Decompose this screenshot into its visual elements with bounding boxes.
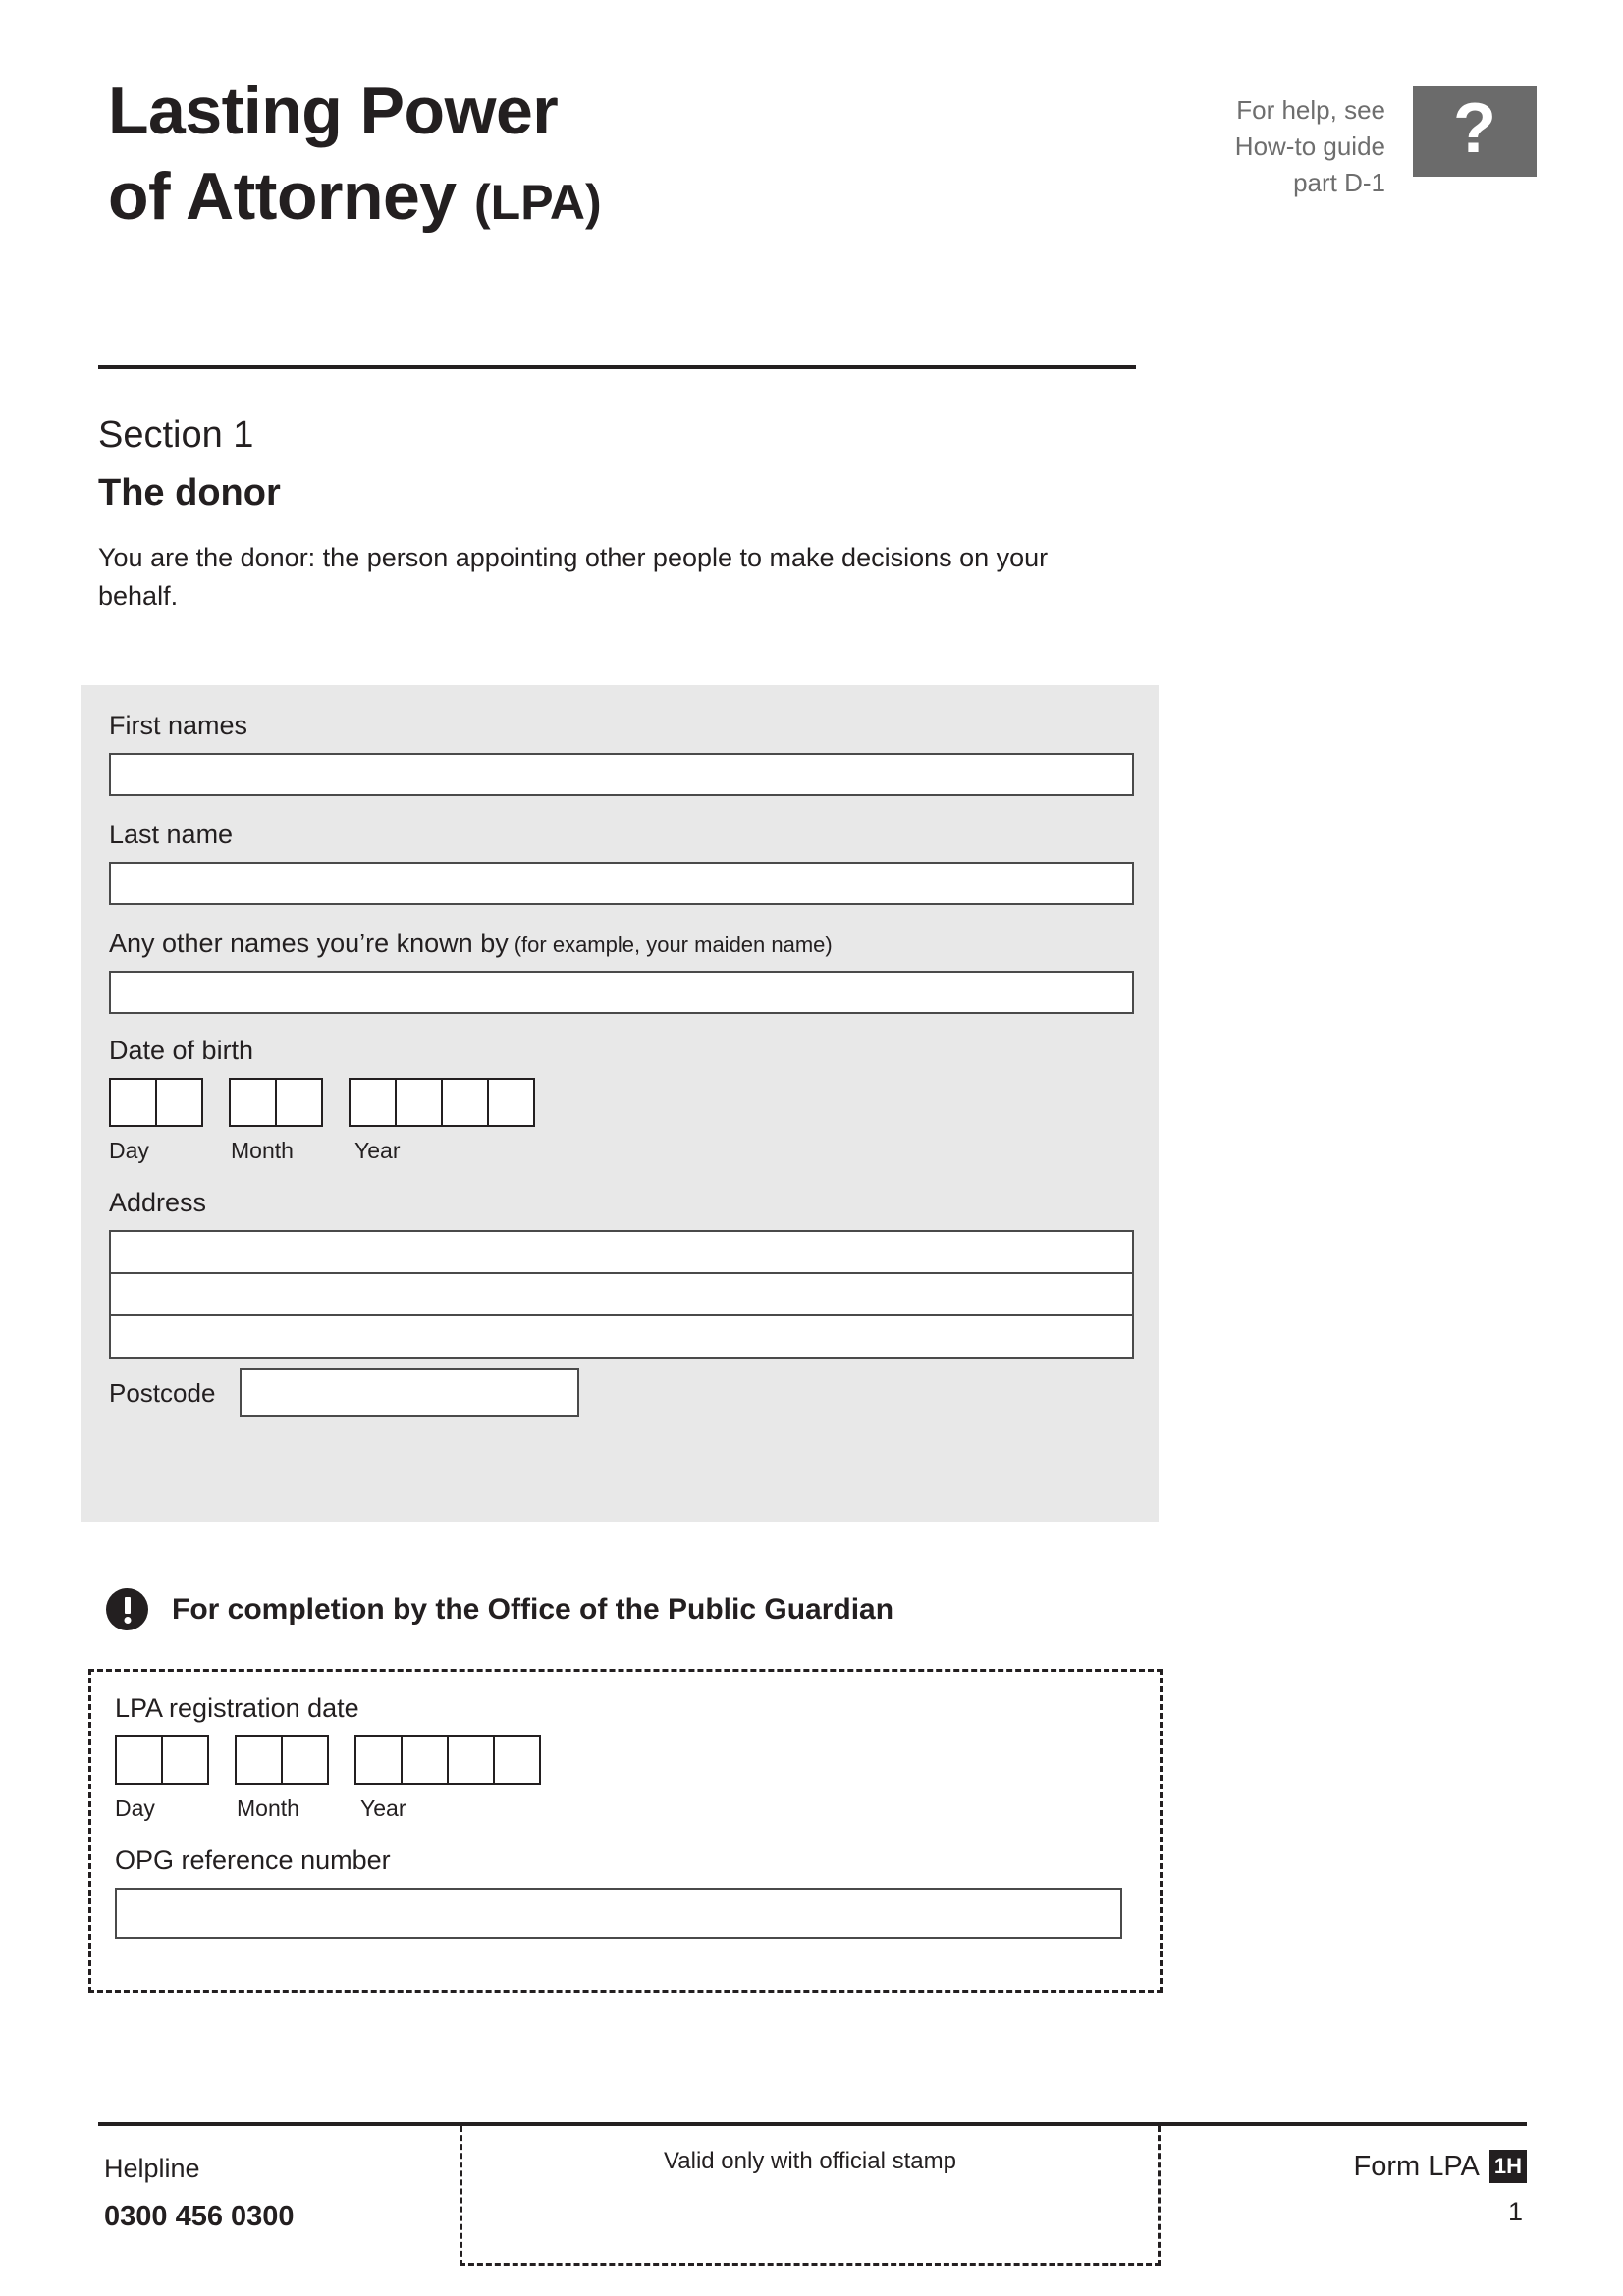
official-stamp-text: Valid only with official stamp	[664, 2148, 956, 2174]
address-line-input[interactable]	[109, 1272, 1134, 1317]
other-names-input[interactable]	[109, 971, 1134, 1015]
date-of-birth-captions: Day Month Year	[109, 1138, 1135, 1164]
helpline-label: Helpline	[104, 2154, 200, 2183]
form-identifier-label: Form LPA	[1353, 2150, 1480, 2182]
lpa-registration-date-label: LPA registration date	[115, 1693, 359, 1723]
donor-details-panel: First names Last name Any other names yo…	[81, 685, 1159, 1522]
title-line-2-text: of Attorney	[108, 159, 457, 235]
dob-day-group	[109, 1078, 203, 1128]
helpline-block: Helpline 0300 456 0300	[104, 2152, 295, 2234]
opg-year-group	[354, 1735, 541, 1786]
form-identifier-badge: 1H	[1488, 2150, 1527, 2183]
address-field: Address Postcode	[109, 1186, 1135, 1418]
section-title: The donor	[98, 471, 281, 513]
opg-heading-text: For completion by the Office of the Publ…	[172, 1592, 894, 1626]
address-line-input[interactable]	[109, 1230, 1134, 1275]
opg-reference-label: OPG reference number	[115, 1845, 391, 1876]
opg-year-cell[interactable]	[447, 1735, 495, 1786]
dob-year-cell[interactable]	[487, 1078, 535, 1128]
official-stamp-box: Valid only with official stamp	[460, 2126, 1161, 2266]
title-line-2: of Attorney (LPA)	[108, 154, 992, 240]
opg-month-group	[235, 1735, 329, 1786]
donor-fields: First names Last name Any other names yo…	[109, 709, 1135, 1439]
opg-heading-block: For completion by the Office of the Publ…	[106, 1588, 893, 1630]
opg-reference-input[interactable]	[115, 1888, 1122, 1940]
first-names-label: First names	[109, 711, 248, 740]
help-line-3: part D-1	[1293, 167, 1385, 197]
opg-year-cell[interactable]	[401, 1735, 449, 1786]
title-abbreviation: (LPA)	[474, 175, 602, 231]
dob-day-caption: Day	[109, 1138, 149, 1164]
form-identifier-block: Form LPA 1H 1	[1353, 2150, 1527, 2227]
exclamation-stroke	[124, 1597, 131, 1614]
dob-month-group	[229, 1078, 323, 1128]
other-names-hint: (for example, your maiden name)	[514, 933, 833, 958]
opg-month-cell[interactable]	[281, 1735, 329, 1786]
opg-day-cell[interactable]	[115, 1735, 163, 1786]
address-line-input[interactable]	[109, 1314, 1134, 1360]
page-footer: Helpline 0300 456 0300 Valid only with o…	[98, 2126, 1527, 2293]
dob-month-cell[interactable]	[275, 1078, 323, 1128]
last-name-field: Last name	[109, 818, 1135, 906]
address-lines	[109, 1230, 1135, 1360]
opg-completion-box: LPA registration date Day Month Year OPG…	[88, 1669, 1163, 1993]
other-names-label-text: Any other names you’re known by	[109, 929, 509, 959]
opg-day-cell[interactable]	[161, 1735, 209, 1786]
first-names-input[interactable]	[109, 753, 1134, 797]
question-mark-glyph: ?	[1453, 89, 1496, 168]
title-line-1: Lasting Power	[108, 74, 559, 148]
date-of-birth-field: Date of birth Day Month Year	[109, 1034, 1135, 1164]
section-intro-text: You are the donor: the person appointing…	[98, 542, 1049, 612]
dob-year-group	[349, 1078, 535, 1128]
help-line-1: For help, see	[1236, 95, 1385, 125]
address-label: Address	[109, 1188, 207, 1218]
help-reference: For help, see How-to guide part D-1 ?	[1235, 86, 1537, 201]
header-divider	[98, 365, 1136, 369]
opg-day-group	[115, 1735, 209, 1786]
opg-month-caption: Month	[237, 1795, 299, 1822]
section-heading-block: Section 1 The donor You are the donor: t…	[98, 412, 1139, 616]
lpa-registration-date-captions: Day Month Year	[115, 1795, 1136, 1822]
date-of-birth-cells	[109, 1078, 1135, 1128]
section-number: Section 1	[98, 414, 254, 455]
exclamation-icon	[106, 1588, 148, 1630]
page-number: 1	[1507, 2197, 1523, 2226]
opg-fields: LPA registration date Day Month Year OPG…	[115, 1691, 1136, 1960]
dob-year-caption: Year	[354, 1138, 401, 1164]
helpline-number: 0300 456 0300	[104, 2201, 295, 2233]
opg-year-cell[interactable]	[354, 1735, 403, 1786]
dob-month-caption: Month	[231, 1138, 294, 1164]
opg-reference-field: OPG reference number	[115, 1843, 1136, 1940]
lpa-registration-date-field: LPA registration date Day Month Year	[115, 1691, 1136, 1822]
opg-day-caption: Day	[115, 1795, 155, 1822]
date-of-birth-label: Date of birth	[109, 1036, 254, 1066]
dob-year-cell[interactable]	[441, 1078, 489, 1128]
dob-month-cell[interactable]	[229, 1078, 277, 1128]
lpa-registration-date-cells	[115, 1735, 1136, 1786]
question-mark-icon: ?	[1413, 86, 1537, 177]
dob-day-cell[interactable]	[155, 1078, 203, 1128]
help-line-2: How-to guide	[1234, 131, 1385, 161]
first-names-field: First names	[109, 709, 1135, 797]
dob-year-cell[interactable]	[349, 1078, 397, 1128]
postcode-row: Postcode	[109, 1368, 1135, 1418]
exclamation-dot	[124, 1617, 131, 1624]
postcode-label: Postcode	[109, 1377, 216, 1408]
help-reference-text: For help, see How-to guide part D-1	[1235, 86, 1413, 201]
last-name-label: Last name	[109, 820, 234, 850]
form-page: Lasting Power of Attorney (LPA) For help…	[0, 0, 1623, 2296]
opg-year-caption: Year	[360, 1795, 406, 1822]
opg-month-cell[interactable]	[235, 1735, 283, 1786]
page-title: Lasting Power of Attorney (LPA)	[108, 69, 992, 240]
last-name-input[interactable]	[109, 862, 1134, 906]
opg-year-cell[interactable]	[493, 1735, 541, 1786]
dob-day-cell[interactable]	[109, 1078, 157, 1128]
postcode-input[interactable]	[240, 1368, 579, 1418]
dob-year-cell[interactable]	[395, 1078, 443, 1128]
other-names-label: Any other names you’re known by (for exam…	[109, 927, 1135, 961]
other-names-field: Any other names you’re known by (for exam…	[109, 927, 1135, 1015]
form-identifier-row: Form LPA 1H	[1353, 2150, 1527, 2183]
